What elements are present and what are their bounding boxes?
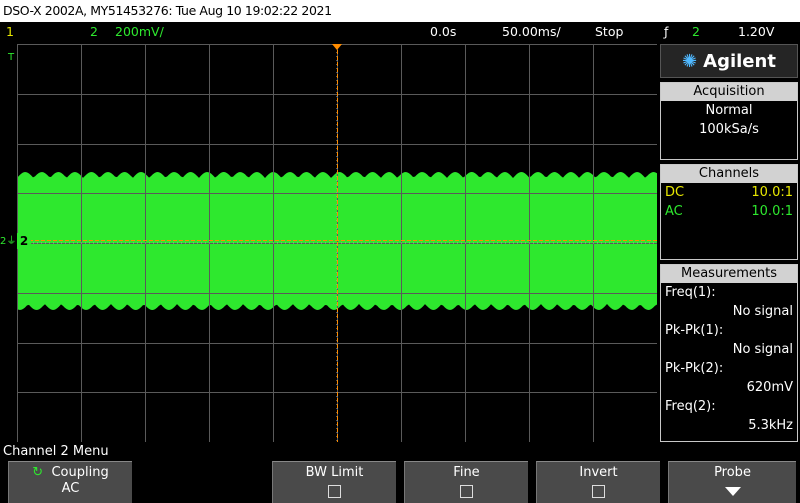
channel-2-ground-marker[interactable]: 2 bbox=[17, 233, 31, 249]
channel-1-indicator[interactable]: 1 bbox=[6, 22, 14, 42]
time-scale: 50.00ms/ bbox=[502, 24, 561, 39]
probe-softkey[interactable]: Probe bbox=[668, 461, 796, 503]
acquisition-mode: Normal bbox=[705, 103, 753, 118]
bw-limit-checkbox[interactable] bbox=[328, 485, 341, 498]
measurement-label: Pk-Pk(2): bbox=[665, 361, 724, 376]
brand-name: Agilent bbox=[703, 50, 776, 72]
trigger-level: 1.20V bbox=[738, 24, 775, 39]
status-bar: 1 2 200mV/ 0.0s 50.00ms/ Stop ƒ 2 1.20V bbox=[0, 22, 800, 42]
bw-limit-softkey[interactable]: BW Limit bbox=[272, 461, 396, 503]
channel-2-probe: 10.0:1 bbox=[751, 204, 793, 219]
submenu-arrow-icon bbox=[724, 487, 741, 496]
measurement-value: 620mV bbox=[746, 380, 793, 395]
ground-marker-icon: 2⏚ bbox=[0, 236, 17, 247]
waveform-graticule bbox=[17, 44, 657, 442]
measurement-label: Freq(2): bbox=[665, 399, 716, 414]
run-state: Stop bbox=[595, 24, 624, 39]
rotate-knob-icon: ↻ bbox=[32, 465, 44, 480]
invert-checkbox[interactable] bbox=[592, 485, 605, 498]
invert-softkey[interactable]: Invert bbox=[536, 461, 660, 503]
agilent-spark-icon: ✺ bbox=[682, 50, 698, 72]
measurement-value: No signal bbox=[732, 342, 793, 357]
side-panel: ✺ Agilent Acquisition Normal 100kSa/s Ch… bbox=[660, 44, 800, 442]
channel-2-row: AC 10.0:1 bbox=[661, 202, 797, 221]
coupling-softkey[interactable]: ↻ Coupling AC bbox=[8, 461, 132, 503]
measurement-label: Pk-Pk(1): bbox=[665, 323, 724, 338]
trigger-source: 2 bbox=[692, 24, 700, 39]
measurement-value: 5.3kHz bbox=[748, 418, 793, 433]
measurement-label: Freq(1): bbox=[665, 285, 716, 300]
trigger-edge-icon: ƒ bbox=[664, 24, 669, 39]
waveform-display[interactable] bbox=[17, 44, 657, 442]
acquisition-panel: Acquisition Normal 100kSa/s bbox=[660, 82, 798, 160]
measurements-header: Measurements bbox=[661, 265, 797, 283]
time-offset: 0.0s bbox=[430, 24, 457, 39]
measurements-panel: Measurements Freq(1): No signal Pk-Pk(1)… bbox=[660, 264, 798, 442]
channels-panel: Channels DC 10.0:1 AC 10.0:1 bbox=[660, 164, 798, 260]
channel-2-coupling: AC bbox=[665, 204, 683, 219]
channel-1-coupling: DC bbox=[665, 185, 685, 200]
fine-softkey[interactable]: Fine bbox=[404, 461, 528, 503]
agilent-logo: ✺ Agilent bbox=[660, 44, 798, 78]
coupling-value: AC bbox=[61, 481, 80, 496]
vertical-scale: 200mV/ bbox=[115, 24, 164, 39]
measurement-value: No signal bbox=[732, 304, 793, 319]
trigger-time-marker-icon: T bbox=[8, 52, 15, 63]
channels-header: Channels bbox=[661, 165, 797, 183]
window-title: DSO-X 2002A, MY51453276: Tue Aug 10 19:0… bbox=[0, 0, 800, 22]
acquisition-header: Acquisition bbox=[661, 83, 797, 101]
softkey-bar: ↻ Coupling AC BW Limit Fine Invert Probe bbox=[0, 461, 800, 503]
channel-2-indicator[interactable]: 2 bbox=[90, 22, 98, 42]
menu-title: Channel 2 Menu bbox=[3, 444, 109, 459]
fine-checkbox[interactable] bbox=[460, 485, 473, 498]
channel-1-row: DC 10.0:1 bbox=[661, 183, 797, 202]
acquisition-rate: 100kSa/s bbox=[699, 122, 759, 137]
channel-1-probe: 10.0:1 bbox=[751, 185, 793, 200]
